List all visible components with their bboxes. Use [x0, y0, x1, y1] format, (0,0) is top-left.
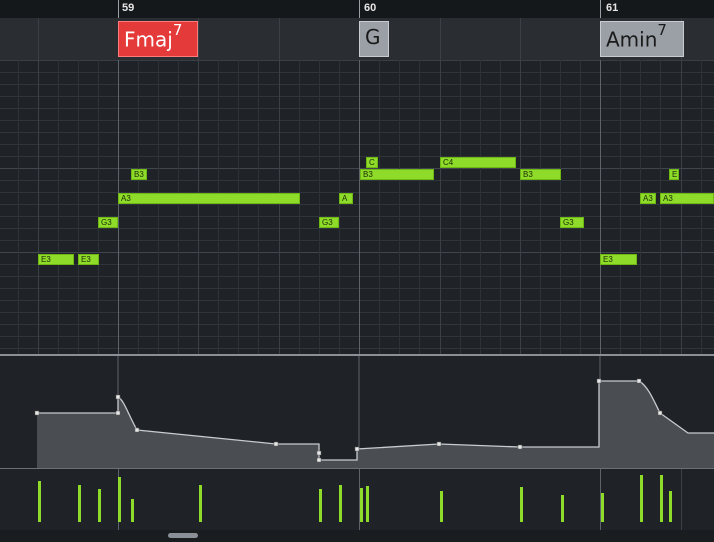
velocity-bar[interactable]	[78, 485, 81, 522]
velocity-bar[interactable]	[98, 489, 101, 522]
midi-note[interactable]: C4	[440, 157, 516, 168]
velocity-bar[interactable]	[640, 475, 643, 522]
velocity-bar[interactable]	[339, 485, 342, 522]
chord-extension: 7	[657, 21, 667, 39]
velocity-bar[interactable]	[38, 481, 41, 522]
velocity-bar[interactable]	[366, 486, 369, 522]
midi-note[interactable]: E3	[38, 254, 74, 265]
midi-note[interactable]: A3	[640, 193, 656, 204]
chord-extension: 7	[172, 21, 183, 39]
bar-number-61: 61	[606, 2, 619, 14]
bar-number-59: 59	[122, 2, 135, 14]
velocity-bar[interactable]	[319, 489, 322, 522]
velocity-bar[interactable]	[131, 499, 134, 522]
midi-note[interactable]: B3	[131, 169, 147, 180]
chord-root: Amin	[606, 27, 658, 52]
horizontal-scrollbar[interactable]	[0, 530, 714, 542]
midi-note[interactable]: E	[669, 169, 679, 180]
midi-note[interactable]: A3	[660, 193, 714, 204]
midi-note[interactable]: B3	[360, 169, 434, 180]
midi-note[interactable]: B3	[520, 169, 561, 180]
velocity-bar[interactable]	[199, 485, 202, 522]
midi-note[interactable]: E3	[78, 254, 99, 265]
timeline-ruler[interactable]: 59 60 61	[0, 0, 714, 18]
scrollbar-thumb[interactable]	[168, 533, 198, 538]
velocity-bar[interactable]	[669, 491, 672, 522]
bar-number-60: 60	[364, 2, 377, 14]
chord-event-g[interactable]: G	[359, 21, 389, 57]
chord-event-amin7[interactable]: Amin7	[600, 21, 684, 57]
midi-note[interactable]: A	[339, 193, 353, 204]
velocity-bar[interactable]	[520, 487, 523, 522]
midi-note[interactable]: G3	[560, 217, 584, 228]
midi-note[interactable]: C	[366, 157, 378, 168]
midi-note[interactable]: G3	[319, 217, 339, 228]
velocity-bar[interactable]	[561, 495, 564, 522]
velocity-bar[interactable]	[660, 475, 663, 522]
chord-event-fmaj7[interactable]: Fmaj7	[118, 21, 198, 57]
chord-track: Fmaj7 G Amin7	[0, 18, 714, 61]
midi-note[interactable]: A3	[118, 193, 300, 204]
velocity-bar[interactable]	[601, 493, 604, 522]
chord-root: Fmaj	[124, 27, 173, 52]
controller-lane[interactable]	[0, 356, 714, 468]
midi-note[interactable]: G3	[98, 217, 118, 228]
velocity-bar[interactable]	[440, 491, 443, 522]
note-grid[interactable]: E3 E3 G3 A3 B3 A G3 C B3 C4 B3 G3 E3 A3 …	[0, 60, 714, 356]
velocity-lane[interactable]	[0, 469, 714, 530]
velocity-bar[interactable]	[360, 488, 363, 522]
controller-curve[interactable]	[0, 356, 714, 468]
velocity-bar[interactable]	[118, 477, 121, 522]
midi-note[interactable]: E3	[600, 254, 637, 265]
chord-root: G	[365, 25, 381, 49]
